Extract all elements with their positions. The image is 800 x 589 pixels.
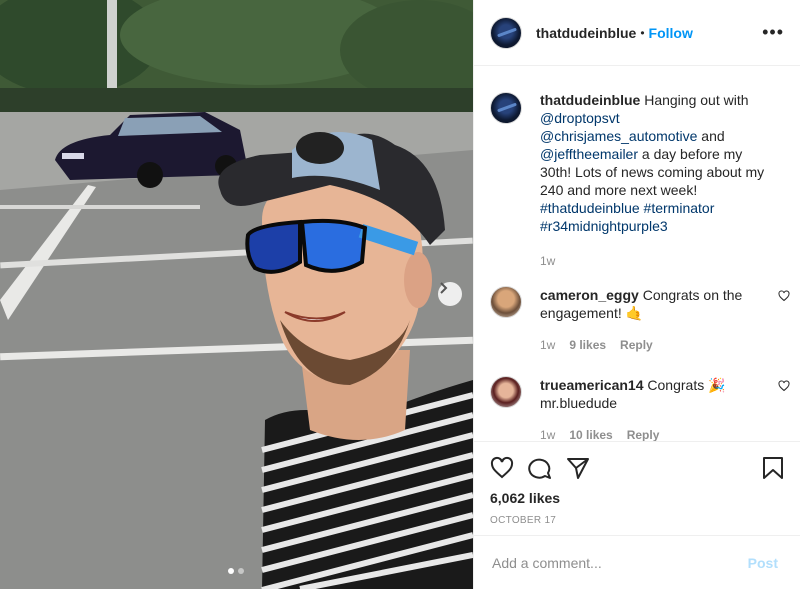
comment-username[interactable]: cameron_eggy — [540, 287, 639, 303]
post-header: thatdudeinblue • Follow ••• — [474, 0, 800, 66]
chevron-right-icon — [440, 282, 448, 294]
mention-link[interactable]: @jefftheemailer — [540, 146, 638, 162]
post-date[interactable]: OCTOBER 17 — [474, 506, 800, 526]
caption: thatdudeinblue Hanging out with @droptop… — [474, 66, 800, 270]
caption-username[interactable]: thatdudeinblue — [540, 92, 640, 108]
avatar[interactable] — [490, 92, 522, 124]
heart-icon[interactable] — [490, 456, 514, 480]
likes-count[interactable]: 6,062 likes — [474, 482, 800, 506]
hashtag-link[interactable]: #terminator — [644, 200, 715, 216]
caption-text: and — [697, 128, 725, 144]
carousel-dot — [238, 568, 244, 574]
post-comment-button[interactable]: Post — [742, 554, 784, 572]
carousel-next-button[interactable] — [438, 282, 462, 306]
caption-time[interactable]: 1w — [540, 252, 555, 270]
carousel-dot — [228, 568, 234, 574]
reply-button[interactable]: Reply — [620, 336, 653, 354]
comment-icon[interactable] — [528, 456, 552, 480]
carousel-indicator — [228, 568, 244, 574]
follow-button[interactable]: Follow — [649, 25, 693, 41]
comment-input[interactable] — [490, 553, 742, 572]
avatar[interactable] — [490, 376, 522, 408]
heart-icon[interactable] — [778, 290, 790, 302]
comment-item: cameron_eggy Congrats on the engagement!… — [474, 270, 800, 354]
mention-link[interactable]: @chrisjames_automotive — [540, 128, 697, 144]
header-username[interactable]: thatdudeinblue — [536, 25, 636, 41]
avatar[interactable] — [490, 286, 522, 318]
caption-text: Hanging out with — [640, 92, 749, 108]
post-details-panel: thatdudeinblue • Follow ••• thatdudeinbl… — [473, 0, 800, 589]
more-icon[interactable]: ••• — [762, 22, 784, 43]
hashtag-link[interactable]: #thatdudeinblue — [540, 200, 640, 216]
hashtag-link[interactable]: #r34midnightpurple3 — [540, 218, 668, 234]
mention-link[interactable]: @droptopsvt — [540, 110, 620, 126]
reply-button[interactable]: Reply — [627, 426, 660, 441]
comments-list[interactable]: thatdudeinblue Hanging out with @droptop… — [474, 66, 800, 441]
comment-likes[interactable]: 10 likes — [569, 426, 612, 441]
comment-time[interactable]: 1w — [540, 426, 555, 441]
comment-username[interactable]: trueamerican14 — [540, 377, 644, 393]
share-icon[interactable] — [566, 456, 590, 480]
comment-item: trueamerican14 Congrats 🎉 mr.bluedude 1w… — [474, 354, 800, 441]
comment-time[interactable]: 1w — [540, 336, 555, 354]
bookmark-icon[interactable] — [762, 456, 784, 480]
heart-icon[interactable] — [778, 380, 790, 392]
add-comment-bar: Post — [474, 535, 800, 589]
photo-illustration — [0, 0, 473, 589]
avatar[interactable] — [490, 16, 522, 49]
header-separator: • — [640, 25, 645, 40]
comment-likes[interactable]: 9 likes — [569, 336, 606, 354]
post-photo[interactable] — [0, 0, 473, 589]
